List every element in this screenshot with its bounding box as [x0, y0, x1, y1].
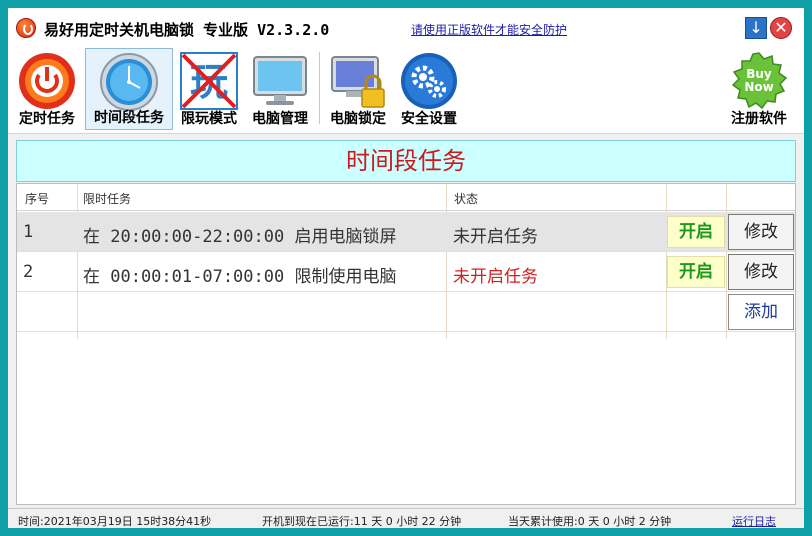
tool-label: 时间段任务 — [94, 110, 164, 126]
gear-icon — [401, 53, 457, 109]
tool-register[interactable]: Buy Now 注册软件 — [724, 48, 794, 130]
row-task: 在 20:00:00-22:00:00 启用电脑锁屏 — [83, 227, 397, 247]
edit-button[interactable]: 修改 — [728, 214, 794, 250]
header-index: 序号 — [25, 192, 50, 206]
window-title: 易好用定时关机电脑锁 专业版 V2.3.2.0 — [44, 21, 330, 39]
status-current-time: 时间:2021年03月19日 15时38分41秒 — [18, 515, 212, 528]
genuine-software-link[interactable]: 请使用正版软件才能安全防护 — [411, 21, 567, 38]
monitor-icon — [253, 56, 307, 105]
row-status: 未开启任务 — [453, 227, 538, 247]
clock-icon — [100, 53, 158, 111]
no-play-icon: 玩 — [180, 52, 238, 110]
svg-text:Buy: Buy — [746, 67, 772, 81]
tool-label: 定时任务 — [19, 111, 75, 127]
status-bar: 时间:2021年03月19日 15时38分41秒 开机到现在已运行:11 天 0… — [8, 508, 804, 528]
power-icon — [19, 53, 75, 109]
tool-label: 电脑锁定 — [330, 111, 386, 127]
enable-button[interactable]: 开启 — [667, 216, 725, 248]
title-bar: 易好用定时关机电脑锁 专业版 V2.3.2.0 请使用正版软件才能安全防护 ↓ … — [8, 8, 804, 46]
add-task-button[interactable]: 添加 — [728, 294, 794, 330]
task-table: 序号 限时任务 状态 1 在 20:00:00-22:00:00 启用电脑锁屏 … — [16, 183, 796, 505]
table-header: 序号 限时任务 状态 — [17, 184, 795, 211]
table-row-add: 添加 — [17, 292, 795, 332]
monitor-lock-icon — [331, 56, 385, 108]
tool-pc-lock[interactable]: 电脑锁定 — [322, 48, 394, 130]
row-index: 2 — [23, 262, 34, 282]
buy-now-icon: Buy Now — [731, 52, 788, 110]
edit-button[interactable]: 修改 — [728, 254, 794, 290]
row-task: 在 00:00:01-07:00:00 限制使用电脑 — [83, 267, 397, 287]
tool-scheduled-task[interactable]: 定时任务 — [12, 48, 82, 130]
enable-button[interactable]: 开启 — [667, 256, 725, 288]
row-index: 1 — [23, 222, 34, 242]
header-task: 限时任务 — [83, 192, 132, 206]
header-status: 状态 — [454, 192, 479, 206]
tool-label: 电脑管理 — [252, 111, 308, 127]
status-uptime: 开机到现在已运行:11 天 0 小时 22 分钟 — [262, 515, 462, 528]
tool-play-limit[interactable]: 玩 限玩模式 — [174, 48, 244, 130]
tool-security-settings[interactable]: 安全设置 — [394, 48, 464, 130]
app-window: 易好用定时关机电脑锁 专业版 V2.3.2.0 请使用正版软件才能安全防护 ↓ … — [8, 8, 804, 528]
tool-pc-management[interactable]: 电脑管理 — [244, 48, 316, 130]
status-today-usage: 当天累计使用:0 天 0 小时 2 分钟 — [508, 515, 672, 528]
tool-label: 安全设置 — [401, 111, 457, 127]
toolbar: 定时任务 时间段任务 玩 限玩模式 — [8, 46, 804, 134]
run-log-link[interactable]: 运行日志 — [732, 513, 776, 529]
svg-text:Now: Now — [744, 80, 773, 94]
tool-label: 限玩模式 — [181, 111, 237, 127]
app-power-icon — [16, 18, 36, 38]
toolbar-divider — [319, 52, 320, 124]
minimize-down-arrow-icon[interactable]: ↓ — [745, 17, 767, 39]
tool-label: 注册软件 — [731, 111, 787, 127]
table-row[interactable]: 2 在 00:00:01-07:00:00 限制使用电脑 未开启任务 开启 修改 — [17, 252, 795, 292]
tool-period-task[interactable]: 时间段任务 — [85, 48, 173, 130]
table-row[interactable]: 1 在 20:00:00-22:00:00 启用电脑锁屏 未开启任务 开启 修改 — [17, 212, 795, 252]
panel-title: 时间段任务 — [16, 140, 796, 182]
row-status: 未开启任务 — [453, 267, 538, 287]
close-icon[interactable]: ✕ — [770, 17, 792, 39]
